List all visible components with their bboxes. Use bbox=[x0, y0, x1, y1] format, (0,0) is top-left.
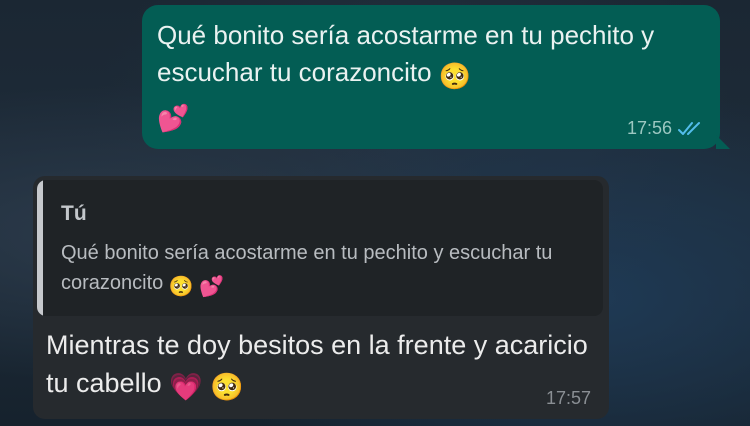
pleading-face-emoji-icon: 🥺 bbox=[210, 372, 244, 403]
pleading-face-emoji-icon: 🥺 bbox=[438, 62, 472, 92]
read-receipt-double-check-icon bbox=[678, 121, 700, 135]
outgoing-bubble-tail bbox=[716, 135, 730, 149]
incoming-message-time: 17:57 bbox=[545, 388, 591, 408]
outgoing-message-text: Qué bonito sería acostarme en tu pechito… bbox=[157, 17, 700, 138]
reply-quote-body: Qué bonito sería acostarme en tu pechito… bbox=[61, 242, 553, 294]
incoming-message-body: Mientras te doy besitos en la frente y a… bbox=[46, 330, 588, 398]
outgoing-message-time: 17:56 bbox=[626, 118, 672, 138]
outgoing-message-bubble[interactable]: Qué bonito sería acostarme en tu pechito… bbox=[142, 5, 730, 149]
incoming-message-text: Mientras te doy besitos en la frente y a… bbox=[46, 326, 589, 407]
reply-quote-bar bbox=[37, 180, 43, 316]
two-hearts-emoji-icon: 💕 bbox=[199, 274, 225, 298]
reply-quote[interactable]: Tú Qué bonito sería acostarme en tu pech… bbox=[37, 180, 603, 316]
outgoing-message-body: Qué bonito sería acostarme en tu pechito… bbox=[157, 20, 655, 87]
two-hearts-emoji-icon: 💕 bbox=[157, 104, 190, 134]
pleading-face-emoji-icon: 🥺 bbox=[168, 274, 194, 298]
chat-area: Qué bonito sería acostarme en tu pechito… bbox=[0, 0, 750, 426]
growing-heart-emoji-icon: 💗 bbox=[169, 372, 203, 403]
reply-quote-text: Qué bonito sería acostarme en tu pechito… bbox=[61, 238, 583, 301]
reply-quote-author: Tú bbox=[61, 202, 87, 225]
outgoing-message-meta: 17:56 bbox=[627, 118, 704, 139]
incoming-message-bubble[interactable]: Tú Qué bonito sería acostarme en tu pech… bbox=[33, 176, 609, 419]
